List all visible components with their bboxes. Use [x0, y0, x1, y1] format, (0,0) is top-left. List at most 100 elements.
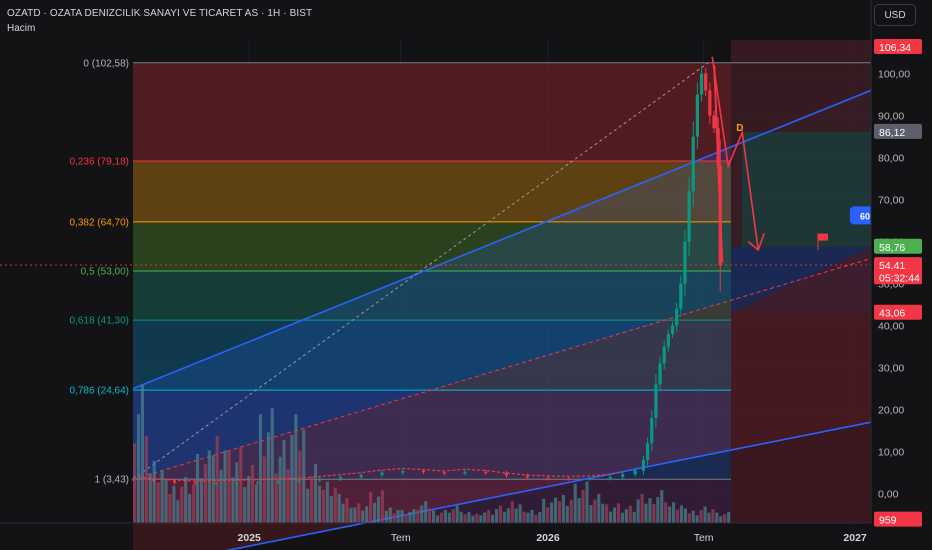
candle-body	[359, 475, 363, 478]
x-tick-label: Tem	[391, 532, 411, 544]
volume-bar	[416, 509, 420, 523]
volume-bar	[408, 511, 412, 523]
volume-bar	[640, 493, 644, 523]
flag-icon	[818, 233, 828, 241]
x-tick-label: 2025	[238, 532, 262, 544]
volume-bar	[239, 447, 243, 523]
fib-level-label: 0,618 (41,30)	[70, 316, 130, 327]
volume-bar	[388, 507, 392, 523]
candle-body	[380, 472, 384, 476]
volume-bar	[321, 489, 325, 523]
volume-bar	[711, 509, 715, 523]
volume-bar	[561, 495, 565, 523]
pattern-point-d: D	[736, 123, 743, 134]
volume-bar	[699, 510, 703, 523]
volume-bar	[707, 512, 711, 523]
volume-bar	[620, 512, 624, 523]
candle-body	[608, 476, 612, 479]
volume-bar	[601, 503, 605, 523]
volume-bar	[451, 509, 455, 523]
fib-level-label: 0,382 (64,70)	[70, 217, 130, 228]
volume-bar	[581, 489, 585, 523]
candle-body	[646, 443, 650, 460]
volume-bar	[644, 503, 648, 523]
price-chart[interactable]: 0 (102,58) 0,236 (79,18) 0,382 (64,70) 0,5 …	[0, 0, 932, 550]
volume-bar	[243, 487, 247, 523]
volume-legend-label: Hacim	[7, 23, 36, 34]
price-tag-label: 86,12	[879, 127, 905, 139]
candle-body	[641, 460, 646, 471]
volume-bar	[211, 455, 215, 523]
candle-body	[666, 334, 670, 347]
volume-bar	[526, 512, 530, 523]
volume-bar	[172, 485, 176, 523]
volume-bar	[467, 512, 471, 523]
volume-bar	[317, 485, 322, 523]
candle-body	[318, 478, 322, 481]
volume-bar	[329, 496, 333, 523]
volume-bar	[534, 514, 538, 523]
volume-bar	[262, 456, 266, 523]
fib-level-label: 1 (3,43)	[95, 475, 129, 486]
volume-bar	[593, 499, 597, 523]
volume-bar	[668, 506, 672, 523]
y-tick-label: 40,00	[878, 321, 904, 333]
volume-bar	[294, 414, 298, 523]
volume-bar	[380, 490, 384, 523]
currency-button[interactable]: USD	[874, 4, 916, 26]
volume-bar	[612, 507, 617, 523]
volume-bar	[313, 463, 318, 523]
candle-body	[670, 325, 675, 334]
symbol-title: OZATD · OZATA DENIZCILIK SANAYI VE TICAR…	[7, 8, 313, 19]
volume-bar	[483, 512, 487, 523]
volume-bar	[691, 510, 695, 523]
volume-bar	[494, 509, 499, 523]
volume-bar	[522, 511, 526, 523]
volume-bar	[514, 508, 518, 523]
volume-bar	[487, 509, 491, 523]
candle-body	[172, 481, 177, 483]
price-tag-label: 58,76	[879, 242, 905, 254]
volume-bar	[447, 512, 451, 523]
volume-bar	[569, 499, 573, 523]
volume-bar	[443, 509, 447, 523]
y-tick-label: 20,00	[878, 405, 904, 417]
volume-bar	[176, 500, 180, 523]
candle-body	[401, 470, 405, 473]
candle-body	[338, 477, 343, 479]
volume-bar	[624, 509, 628, 523]
volume-bar	[341, 503, 345, 523]
volume-bar	[400, 509, 404, 523]
candle-body	[695, 94, 699, 137]
candle-body	[699, 73, 704, 95]
volume-bar	[683, 508, 687, 523]
target-box	[742, 131, 871, 247]
volume-bar	[439, 512, 444, 523]
volume-bar	[632, 511, 636, 523]
volume-bar	[384, 510, 388, 523]
volume-bar	[538, 511, 542, 523]
price-tag-label: 43,06	[879, 308, 905, 320]
volume-bar	[727, 512, 731, 523]
candle-body	[654, 384, 658, 418]
volume-bar	[188, 493, 192, 523]
volume-bar	[302, 429, 306, 523]
candle-body	[297, 480, 301, 482]
candle-body	[567, 478, 571, 480]
alert-badge-text: 60	[860, 211, 870, 221]
volume-bar	[365, 506, 369, 523]
volume-bar	[565, 505, 569, 523]
volume-bar	[133, 443, 137, 523]
candle-body	[712, 115, 716, 129]
volume-bar	[192, 484, 196, 523]
fib-band	[133, 62, 731, 162]
volume-bar	[195, 453, 200, 523]
volume-bar	[652, 504, 656, 523]
candle-body	[152, 479, 156, 481]
volume-bar	[463, 514, 467, 523]
volume-bar	[298, 450, 302, 523]
volume-bar	[577, 498, 581, 523]
volume-bar	[502, 511, 506, 523]
volume-bar	[715, 512, 719, 523]
volume-bar	[274, 473, 278, 523]
